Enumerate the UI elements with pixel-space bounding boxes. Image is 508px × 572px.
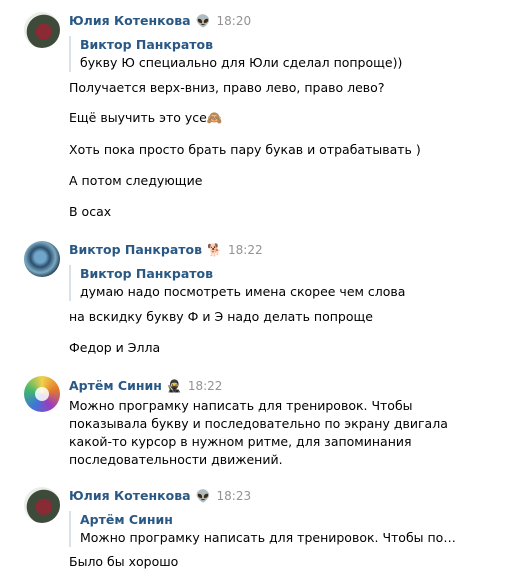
reply-quote[interactable]: Виктор Панкратов букву Ю специально для … [69, 36, 498, 72]
message-header: Артём Синин 🥷 18:22 [69, 377, 498, 395]
message-header: Юлия Котенкова 👽 18:23 [69, 487, 498, 505]
alien-emoji-icon: 👽 [195, 14, 211, 28]
message-text-line: Можно програмку написать для тренировок.… [69, 398, 413, 413]
message-text: Хоть пока просто брать пару букав и отра… [69, 142, 421, 157]
author-name[interactable]: Юлия Котенкова [69, 488, 191, 503]
message-text: Ещё выучить это усе🙈 [69, 110, 223, 125]
alien-emoji-icon: 👽 [195, 489, 211, 503]
avatar[interactable] [24, 241, 60, 277]
message-text: на вскидку букву Ф и Э надо делать попро… [69, 309, 373, 324]
message-text: Получается верх-вниз, право лево, право … [69, 80, 385, 95]
quote-text: думаю надо посмотреть имена скорее чем с… [80, 284, 406, 299]
dog-emoji-icon: 🐕 [207, 243, 222, 257]
author-name[interactable]: Артём Синин [69, 378, 162, 393]
ninja-emoji-icon: 🥷 [166, 379, 182, 393]
message-time[interactable]: 18:22 [188, 379, 223, 393]
message-text-line: какой-то курсор в нужном ритме, для запо… [69, 434, 412, 449]
quote-text: букву Ю специально для Юли сделал попрощ… [80, 55, 403, 70]
message-text: А потом следующие [69, 173, 203, 188]
quote-author: Виктор Панкратов [80, 37, 214, 52]
avatar[interactable] [24, 487, 60, 523]
author-name[interactable]: Юлия Котенкова [69, 13, 191, 28]
message-time[interactable]: 18:20 [217, 14, 252, 28]
avatar[interactable] [24, 376, 60, 412]
avatar[interactable] [24, 12, 60, 48]
quote-author: Виктор Панкратов [80, 266, 214, 281]
message-text: Федор и Элла [69, 340, 161, 355]
message-text-line: последовательности движений. [69, 452, 283, 467]
quote-author: Артём Синин [80, 512, 173, 527]
message-text-line: показывала букву и последовательно по эк… [69, 416, 448, 431]
message-header: Виктор Панкратов 🐕 18:22 [69, 241, 498, 259]
quote-text: Можно програмку написать для тренировок.… [80, 530, 459, 545]
message-time[interactable]: 18:23 [217, 489, 252, 503]
reply-quote[interactable]: Виктор Панкратов думаю надо посмотреть и… [69, 265, 498, 301]
message-time[interactable]: 18:22 [228, 243, 263, 257]
author-name[interactable]: Виктор Панкратов [69, 242, 202, 257]
message-text: Было бы хорошо [69, 554, 179, 569]
message-text: Можно програмку написать для тренировок.… [69, 397, 498, 469]
reply-quote[interactable]: Артём Синин Можно програмку написать для… [69, 511, 459, 547]
message-text: В осах [69, 204, 112, 219]
message-header: Юлия Котенкова 👽 18:20 [69, 12, 498, 30]
